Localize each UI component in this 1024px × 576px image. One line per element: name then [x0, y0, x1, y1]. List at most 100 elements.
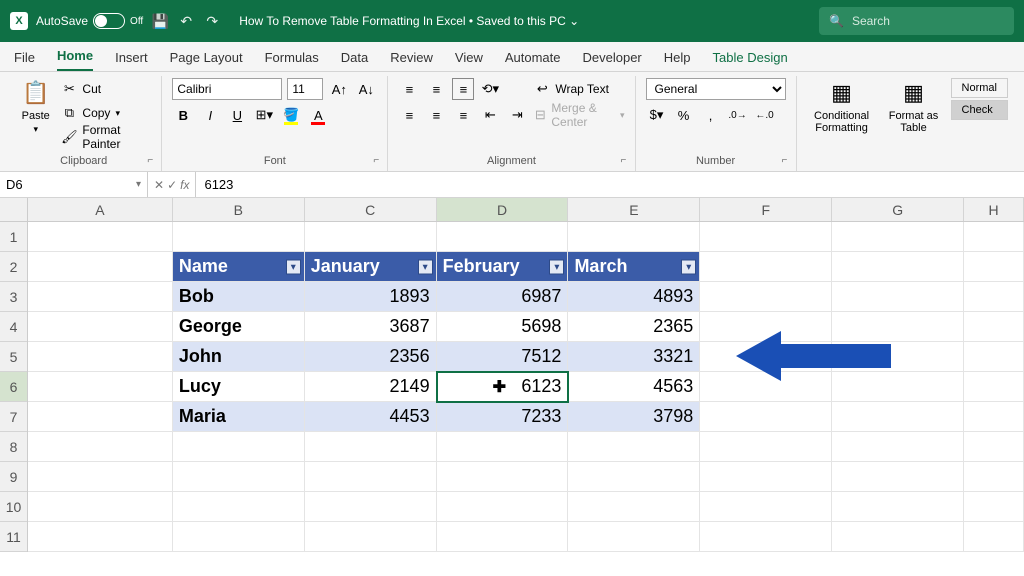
percent-icon[interactable]: % — [673, 104, 695, 126]
cell[interactable] — [700, 252, 832, 282]
cell[interactable] — [437, 222, 569, 252]
dialog-launcher-icon[interactable]: ⌐ — [782, 155, 794, 167]
cell[interactable] — [28, 312, 173, 342]
style-check[interactable]: Check — [951, 100, 1008, 120]
col-header[interactable]: E — [568, 198, 700, 221]
align-bottom-icon[interactable]: ≡ — [452, 78, 474, 100]
cell[interactable]: George — [173, 312, 305, 342]
tab-formulas[interactable]: Formulas — [265, 50, 319, 71]
currency-icon[interactable]: $▾ — [646, 104, 668, 126]
dialog-launcher-icon[interactable]: ⌐ — [373, 155, 385, 167]
cell[interactable]: Lucy — [173, 372, 305, 402]
cell[interactable] — [832, 492, 964, 522]
table-header[interactable]: Name▾ — [173, 252, 305, 282]
row-header[interactable]: 11 — [0, 522, 27, 552]
enter-icon[interactable]: ✓ — [167, 178, 177, 192]
cell[interactable] — [964, 342, 1024, 372]
cell[interactable]: 2356 — [305, 342, 437, 372]
cell[interactable] — [437, 492, 569, 522]
align-left-icon[interactable]: ≡ — [398, 104, 420, 126]
tab-view[interactable]: View — [455, 50, 483, 71]
cell[interactable] — [964, 222, 1024, 252]
filter-icon[interactable]: ▾ — [549, 259, 564, 274]
cell[interactable]: Bob — [173, 282, 305, 312]
increase-font-icon[interactable]: A↑ — [328, 78, 350, 100]
cell[interactable] — [832, 522, 964, 552]
cells-area[interactable]: Name▾ January▾ February▾ March▾ Bob 1893… — [28, 222, 1024, 552]
cell[interactable]: Maria — [173, 402, 305, 432]
row-header[interactable]: 5 — [0, 342, 27, 372]
cell[interactable] — [437, 522, 569, 552]
fx-icon[interactable]: fx — [180, 178, 189, 192]
cell[interactable] — [832, 282, 964, 312]
cell[interactable] — [28, 342, 173, 372]
tab-review[interactable]: Review — [390, 50, 433, 71]
cell[interactable] — [832, 462, 964, 492]
table-header[interactable]: January▾ — [305, 252, 437, 282]
cell[interactable] — [832, 222, 964, 252]
row-header[interactable]: 1 — [0, 222, 27, 252]
cell[interactable] — [28, 522, 173, 552]
cell[interactable] — [832, 402, 964, 432]
paste-button[interactable]: 📋 Paste ▾ — [16, 78, 55, 153]
cell[interactable] — [568, 462, 700, 492]
cell[interactable] — [964, 462, 1024, 492]
formula-bar[interactable]: 6123 — [196, 172, 1024, 197]
col-header[interactable]: D — [437, 198, 569, 221]
bold-button[interactable]: B — [172, 104, 194, 126]
cancel-icon[interactable]: ✕ — [154, 178, 164, 192]
font-size-combo[interactable] — [287, 78, 323, 100]
underline-button[interactable]: U — [226, 104, 248, 126]
cell[interactable]: 2365 — [568, 312, 700, 342]
tab-automate[interactable]: Automate — [505, 50, 561, 71]
filter-icon[interactable]: ▾ — [418, 259, 433, 274]
number-format-combo[interactable]: General — [646, 78, 786, 100]
row-header[interactable]: 9 — [0, 462, 27, 492]
cell[interactable] — [28, 372, 173, 402]
save-icon[interactable]: 💾 — [151, 12, 169, 30]
orientation-icon[interactable]: ⟲▾ — [479, 78, 501, 100]
decrease-font-icon[interactable]: A↓ — [355, 78, 377, 100]
cell[interactable] — [305, 462, 437, 492]
undo-icon[interactable]: ↶ — [177, 12, 195, 30]
row-header[interactable]: 7 — [0, 402, 27, 432]
cell[interactable] — [700, 402, 832, 432]
font-name-combo[interactable] — [172, 78, 282, 100]
cell[interactable]: 4563 — [568, 372, 700, 402]
cell[interactable]: 3321 — [568, 342, 700, 372]
tab-developer[interactable]: Developer — [583, 50, 642, 71]
cell[interactable] — [28, 492, 173, 522]
col-header[interactable]: H — [964, 198, 1024, 221]
cell[interactable] — [437, 462, 569, 492]
cell[interactable] — [964, 252, 1024, 282]
cell[interactable] — [28, 432, 173, 462]
col-header[interactable]: C — [305, 198, 437, 221]
wrap-text-button[interactable]: ↩Wrap Text — [534, 78, 624, 100]
table-header[interactable]: February▾ — [437, 252, 569, 282]
search-box[interactable]: 🔍 Search — [819, 7, 1014, 35]
cell[interactable] — [964, 492, 1024, 522]
row-header[interactable]: 8 — [0, 432, 27, 462]
style-normal[interactable]: Normal — [951, 78, 1008, 98]
cell[interactable] — [964, 282, 1024, 312]
format-painter-button[interactable]: 🖌Format Painter — [61, 126, 151, 148]
cell[interactable] — [964, 312, 1024, 342]
filter-icon[interactable]: ▾ — [681, 259, 696, 274]
cell[interactable] — [832, 432, 964, 462]
borders-icon[interactable]: ⊞▾ — [253, 104, 275, 126]
merge-center-button[interactable]: ⊟Merge & Center▾ — [534, 104, 624, 126]
cell[interactable] — [700, 222, 832, 252]
cell[interactable] — [964, 402, 1024, 432]
name-box[interactable]: D6 ▾ — [0, 172, 148, 197]
decrease-decimal-icon[interactable]: ←.0 — [754, 104, 776, 126]
active-cell[interactable]: ✚6123 — [437, 372, 569, 402]
format-as-table-button[interactable]: ▦ Format as Table — [883, 78, 945, 153]
cell[interactable] — [437, 432, 569, 462]
decrease-indent-icon[interactable]: ⇤ — [479, 104, 501, 126]
fill-color-icon[interactable]: 🪣 — [280, 104, 302, 126]
tab-page-layout[interactable]: Page Layout — [170, 50, 243, 71]
tab-file[interactable]: File — [14, 50, 35, 71]
copy-button[interactable]: ⧉Copy▾ — [61, 102, 151, 124]
row-header[interactable]: 10 — [0, 492, 27, 522]
align-top-icon[interactable]: ≡ — [398, 78, 420, 100]
